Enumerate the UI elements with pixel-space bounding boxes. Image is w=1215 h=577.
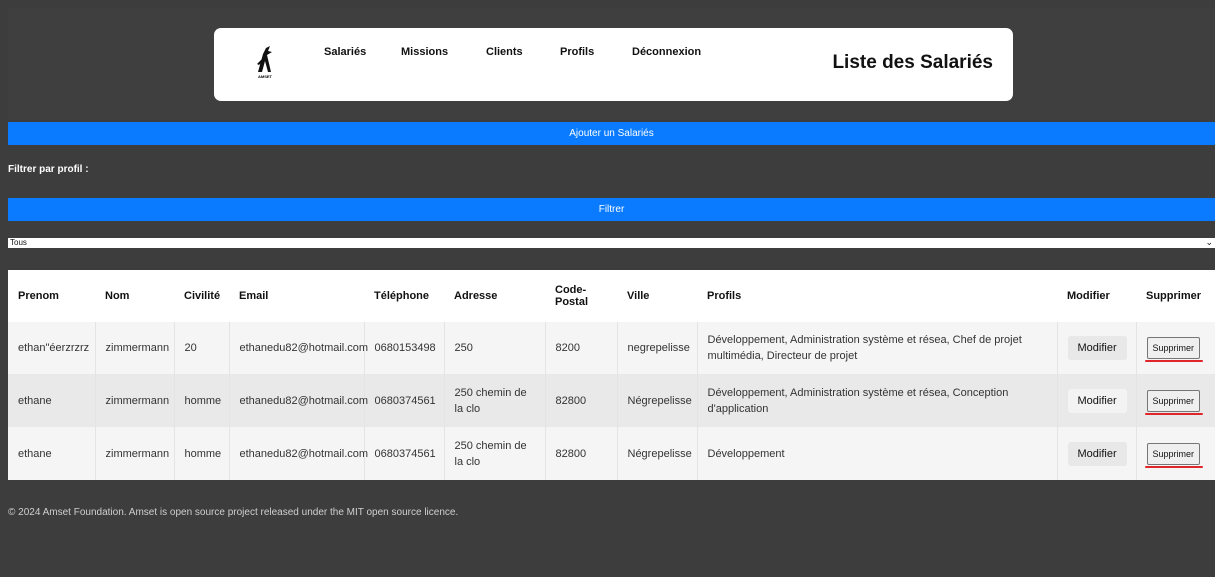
cell-supprimer: Supprimer: [1136, 322, 1215, 374]
col-code-postal: Code-Postal: [545, 270, 617, 322]
cell-code-postal: 82800: [545, 427, 618, 480]
cell-prenom: ethan"éerzrzrz: [8, 322, 96, 374]
modifier-button[interactable]: Modifier: [1067, 388, 1127, 413]
logo[interactable]: AMSET: [254, 44, 276, 84]
supprimer-button[interactable]: Supprimer: [1144, 337, 1203, 362]
cell-civilite: homme: [174, 374, 230, 427]
footer-copyright: © 2024 Amset Foundation. Amset is open s…: [8, 507, 459, 518]
cell-telephone: 0680153498: [364, 322, 445, 374]
cell-nom: zimmermann: [95, 374, 175, 427]
nav-clients[interactable]: Clients: [486, 46, 523, 58]
cell-code-postal: 8200: [545, 322, 618, 374]
col-modifier: Modifier: [1057, 270, 1136, 322]
cell-civilite: homme: [174, 427, 230, 480]
cell-nom: zimmermann: [95, 427, 175, 480]
cell-adresse: 250 chemin de la clo: [444, 374, 546, 427]
cell-modifier: Modifier: [1057, 374, 1137, 427]
cell-supprimer: Supprimer: [1136, 427, 1215, 480]
table-row: ethane zimmermann homme ethanedu82@hotma…: [8, 427, 1215, 480]
nav-deconnexion[interactable]: Déconnexion: [632, 46, 701, 58]
chevron-down-icon: ⌄: [1205, 237, 1213, 247]
cell-profils: Développement: [697, 427, 1058, 480]
cell-telephone: 0680374561: [364, 427, 445, 480]
filter-label: Filtrer par profil :: [8, 164, 89, 175]
col-prenom: Prenom: [8, 270, 95, 322]
supprimer-button[interactable]: Supprimer: [1144, 442, 1203, 468]
add-salarie-button[interactable]: Ajouter un Salariés: [8, 122, 1215, 145]
cell-supprimer: Supprimer: [1136, 374, 1215, 427]
cell-ville: Négrepelisse: [617, 374, 698, 427]
cell-modifier: Modifier: [1057, 322, 1137, 374]
nav-salaries[interactable]: Salariés: [324, 46, 366, 58]
logo-text: AMSET: [258, 74, 272, 79]
supprimer-label: Supprimer: [1152, 448, 1195, 459]
cell-ville: Négrepelisse: [617, 427, 698, 480]
salaries-table: Prenom Nom Civilité Email Téléphone Adre…: [8, 270, 1215, 480]
modifier-button[interactable]: Modifier: [1067, 336, 1127, 360]
cell-prenom: ethane: [8, 427, 96, 480]
cell-code-postal: 82800: [545, 374, 618, 427]
cell-ville: negrepelisse: [617, 322, 698, 374]
cell-profils: Développement, Administration système et…: [697, 374, 1058, 427]
amset-logo-icon: [257, 46, 272, 72]
cell-telephone: 0680374561: [364, 374, 445, 427]
red-annotation-underline: [1144, 412, 1203, 415]
col-supprimer: Supprimer: [1136, 270, 1215, 322]
cell-email: ethanedu82@hotmail.com: [229, 374, 368, 427]
cell-civilite: 20: [174, 322, 230, 374]
cell-prenom: ethane: [8, 374, 96, 427]
cell-email: ethanedu82@hotmail.com: [229, 322, 368, 374]
cell-adresse: 250: [444, 322, 546, 374]
cell-email: ethanedu82@hotmail.com: [229, 427, 368, 480]
col-adresse: Adresse: [444, 270, 545, 322]
supprimer-label: Supprimer: [1152, 395, 1195, 406]
cell-adresse: 250 chemin de la clo: [444, 427, 546, 480]
filter-button[interactable]: Filtrer: [8, 198, 1215, 221]
col-nom: Nom: [95, 270, 174, 322]
modifier-button[interactable]: Modifier: [1067, 441, 1127, 466]
profile-select-value: Tous: [10, 238, 27, 247]
header: AMSET Salariés Missions Clients Profils …: [214, 28, 1013, 101]
cell-profils: Développement, Administration système et…: [697, 322, 1058, 374]
table-header-row: Prenom Nom Civilité Email Téléphone Adre…: [8, 270, 1215, 322]
nav-profils[interactable]: Profils: [560, 46, 594, 58]
cell-nom: zimmermann: [95, 322, 175, 374]
col-ville: Ville: [617, 270, 697, 322]
supprimer-button[interactable]: Supprimer: [1144, 389, 1203, 415]
red-annotation-underline: [1144, 465, 1203, 468]
red-annotation-underline: [1144, 360, 1203, 362]
col-email: Email: [229, 270, 364, 322]
col-civilite: Civilité: [174, 270, 229, 322]
col-telephone: Téléphone: [364, 270, 444, 322]
page-title: Liste des Salariés: [832, 52, 993, 73]
table-row: ethane zimmermann homme ethanedu82@hotma…: [8, 374, 1215, 427]
profile-select[interactable]: Tous ⌄: [8, 237, 1215, 248]
table-row: ethan"éerzrzrz zimmermann 20 ethanedu82@…: [8, 322, 1215, 374]
cell-modifier: Modifier: [1057, 427, 1137, 480]
col-profils: Profils: [697, 270, 1057, 322]
supprimer-label: Supprimer: [1152, 343, 1195, 353]
nav-missions[interactable]: Missions: [401, 46, 448, 58]
